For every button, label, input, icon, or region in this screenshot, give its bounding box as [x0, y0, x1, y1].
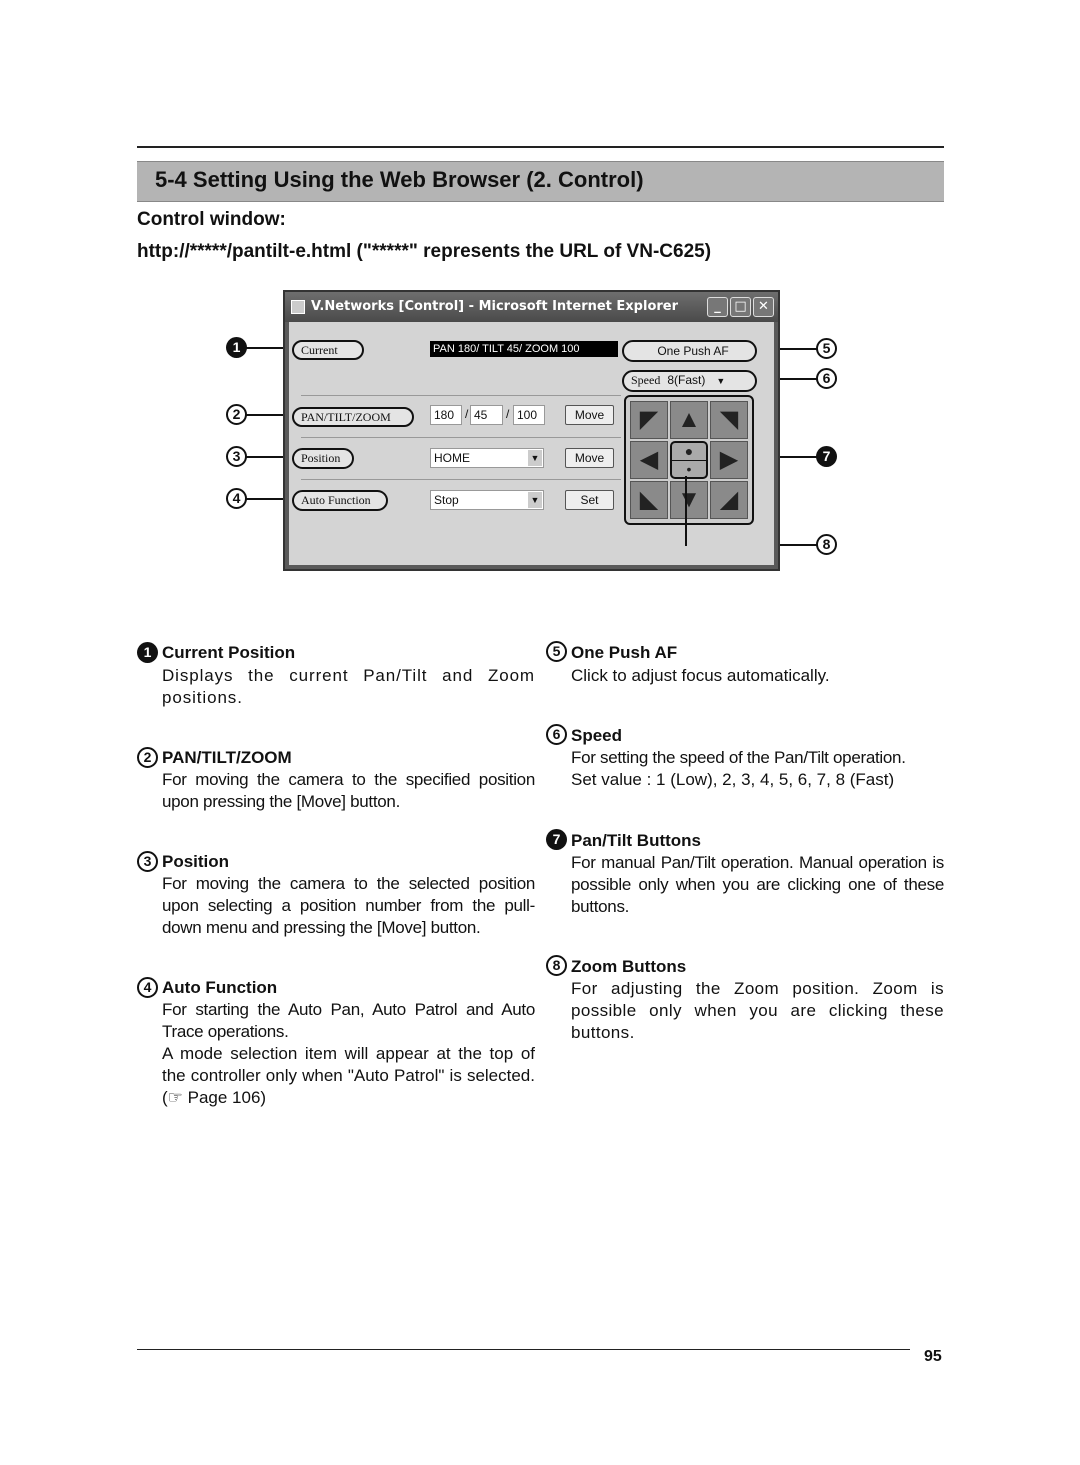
tilt-down-button[interactable]: ▼ — [670, 481, 708, 519]
position-label: Position — [292, 448, 354, 469]
position-move-button[interactable]: Move — [565, 448, 614, 468]
chevron-down-icon[interactable]: ▼ — [716, 376, 725, 386]
auto-function-set-button[interactable]: Set — [565, 490, 614, 510]
divider — [301, 437, 621, 438]
speed-control[interactable]: Speed 8(Fast) ▼ — [622, 370, 757, 392]
item-text-auto-function-note: A mode selection item will appear at the… — [162, 1044, 535, 1107]
window-titlebar: V.Networks [Control] - Microsoft Interne… — [285, 292, 778, 322]
pan-right-button[interactable]: ▶ — [710, 441, 748, 479]
auto-function-select[interactable]: Stop ▼ — [430, 490, 544, 510]
minimize-button[interactable]: _ — [707, 297, 728, 317]
item-text-zoom-buttons: For adjusting the Zoom position. Zoom is… — [571, 979, 944, 1042]
zoom-buttons: ● • — [670, 441, 708, 479]
callout-line-8-vertical — [685, 476, 687, 546]
arrow-left-icon: ◀ — [639, 446, 659, 473]
one-push-af-button[interactable]: One Push AF — [622, 340, 757, 362]
page-number: 95 — [924, 1348, 942, 1365]
pan-tilt-pad: ◤ ▲ ◥ ◀ ● • ▶ ◣ ▼ ◢ — [624, 395, 754, 525]
control-panel: Current PAN 180/ TILT 45/ ZOOM 100 One P… — [289, 322, 774, 565]
divider — [301, 479, 621, 480]
item-number-5: 5 — [546, 641, 567, 662]
item-text-one-push-af: Click to adjust focus automatically. — [571, 666, 830, 685]
arrow-down-left-icon: ◣ — [639, 486, 659, 513]
item-number-1: 1 — [137, 642, 158, 663]
item-text-pan-tilt-buttons: For manual Pan/Tilt operation. Manual op… — [571, 853, 944, 916]
auto-function-value: Stop — [434, 493, 459, 507]
item-text-current-position: Displays the current Pan/Tilt and Zoom p… — [162, 666, 535, 707]
arrow-right-icon: ▶ — [719, 446, 739, 473]
item-title-pan-tilt-buttons: Pan/Tilt Buttons — [571, 831, 702, 850]
callout-5: 5 — [816, 338, 837, 359]
tilt-input[interactable]: 45 — [470, 405, 503, 425]
ptz-move-button[interactable]: Move — [565, 405, 614, 425]
item-number-8: 8 — [546, 955, 567, 976]
arrow-down-right-icon: ◢ — [719, 486, 739, 513]
url-line: http://*****/pantilt-e.html ("*****" rep… — [137, 241, 712, 262]
item-number-3: 3 — [137, 851, 158, 872]
browser-window: V.Networks [Control] - Microsoft Interne… — [283, 290, 780, 571]
chevron-down-icon[interactable]: ▼ — [528, 450, 542, 466]
window-title: V.Networks [Control] - Microsoft Interne… — [311, 299, 679, 314]
position-select[interactable]: HOME ▼ — [430, 448, 544, 468]
item-text-speed-values: Set value : 1 (Low), 2, 3, 4, 5, 6, 7, 8… — [571, 770, 895, 789]
callout-4: 4 — [226, 488, 247, 509]
pan-down-right-button[interactable]: ◢ — [710, 481, 748, 519]
close-button[interactable]: ✕ — [753, 297, 774, 317]
callout-3: 3 — [226, 446, 247, 467]
speed-label: Speed — [631, 373, 661, 387]
arrow-up-right-icon: ◥ — [719, 406, 739, 433]
callout-8: 8 — [816, 534, 837, 555]
pan-up-left-button[interactable]: ◤ — [630, 401, 668, 439]
pan-down-left-button[interactable]: ◣ — [630, 481, 668, 519]
top-rule — [137, 146, 944, 148]
current-position-display: PAN 180/ TILT 45/ ZOOM 100 — [430, 341, 618, 357]
item-title-position: Position — [162, 852, 230, 871]
callout-2: 2 — [226, 404, 247, 425]
auto-function-label: Auto Function — [292, 490, 388, 511]
item-number-2: 2 — [137, 747, 158, 768]
current-label: Current — [292, 340, 364, 360]
slash: / — [465, 407, 469, 421]
divider — [301, 395, 621, 396]
speed-select[interactable]: 8(Fast) — [667, 373, 705, 387]
tilt-up-button[interactable]: ▲ — [670, 401, 708, 439]
arrow-down-icon: ▼ — [677, 486, 701, 513]
pan-tilt-zoom-label: PAN/TILT/ZOOM — [292, 407, 414, 427]
zoom-wide-button[interactable]: • — [672, 461, 706, 478]
item-title-pan-tilt-zoom: PAN/TILT/ZOOM — [162, 748, 292, 767]
slash: / — [506, 407, 510, 421]
item-title-zoom-buttons: Zoom Buttons — [571, 957, 687, 976]
item-number-7: 7 — [546, 829, 567, 850]
item-title-auto-function: Auto Function — [162, 978, 278, 997]
item-number-4: 4 — [137, 977, 158, 998]
footer-rule — [137, 1349, 910, 1350]
person-small-icon: • — [686, 461, 692, 477]
callout-1: 1 — [226, 337, 247, 358]
section-title: 5-4 Setting Using the Web Browser (2. Co… — [155, 167, 644, 192]
item-text-position: For moving the camera to the selected po… — [162, 874, 535, 937]
zoom-tele-button[interactable]: ● — [672, 443, 706, 461]
item-title-speed: Speed — [571, 726, 623, 745]
arrow-up-icon: ▲ — [677, 406, 701, 433]
chevron-down-icon[interactable]: ▼ — [528, 492, 542, 508]
item-number-6: 6 — [546, 724, 567, 745]
item-text-pan-tilt-zoom: For moving the camera to the specified p… — [162, 770, 535, 811]
item-text-auto-function: For starting the Auto Pan, Auto Patrol a… — [162, 1000, 535, 1041]
item-title-current-position: Current Position — [162, 643, 296, 662]
callout-7: 7 — [816, 446, 837, 467]
item-text-speed: For setting the speed of the Pan/Tilt op… — [571, 748, 906, 767]
pan-input[interactable]: 180 — [430, 405, 462, 425]
arrow-up-left-icon: ◤ — [639, 406, 659, 433]
ie-icon — [291, 300, 305, 314]
maximize-button[interactable]: □ — [730, 297, 751, 317]
item-title-one-push-af: One Push AF — [571, 643, 678, 662]
subtitle: Control window: — [137, 209, 286, 230]
zoom-input[interactable]: 100 — [513, 405, 545, 425]
person-large-icon: ● — [684, 443, 694, 459]
position-value: HOME — [434, 451, 470, 465]
pan-up-right-button[interactable]: ◥ — [710, 401, 748, 439]
pan-left-button[interactable]: ◀ — [630, 441, 668, 479]
callout-6: 6 — [816, 368, 837, 389]
